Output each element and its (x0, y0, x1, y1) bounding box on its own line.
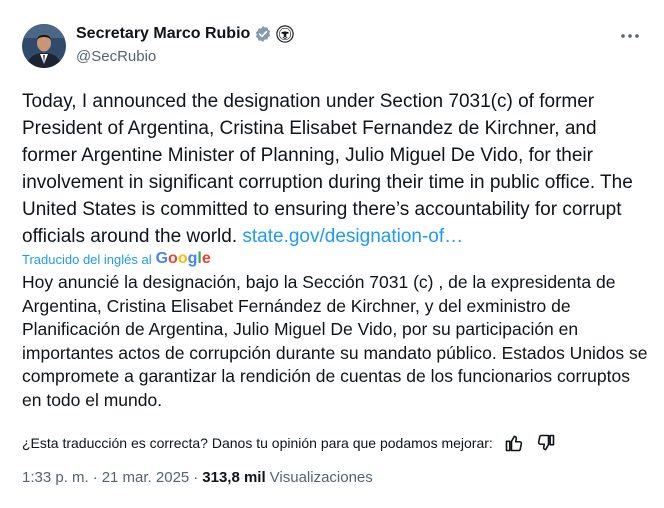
state-department-seal-icon (276, 25, 294, 43)
views-count: 313,8 mil (202, 469, 266, 486)
tweet-meta: 1:33 p. m. · 21 mar. 2025 · 313,8 mil Vi… (22, 469, 373, 486)
translated-by-google[interactable]: Traducido del inglés al Google (22, 250, 211, 268)
views-label: Visualizaciones (269, 469, 373, 486)
feedback-question: ¿Esta traducción es correcta? Danos tu o… (22, 435, 493, 451)
avatar-portrait-icon (22, 24, 66, 68)
google-logo: Google (155, 250, 211, 267)
tweet-card: Secretary Marco Rubio @SecRubio Today, I… (0, 0, 664, 508)
tweet-text: Today, I announced the designation under… (22, 88, 652, 250)
author-name-row: Secretary Marco Rubio (76, 25, 294, 43)
thumbs-up-button[interactable] (503, 432, 525, 454)
tweet-link[interactable]: state.gov/designation-of… (242, 226, 463, 247)
author-handle[interactable]: @SecRubio (76, 48, 156, 65)
tweet-date[interactable]: 21 mar. 2025 (102, 469, 190, 486)
tweet-time[interactable]: 1:33 p. m. (22, 469, 89, 486)
meta-separator: · (193, 469, 199, 486)
avatar[interactable] (22, 24, 66, 68)
thumbs-up-icon (505, 435, 522, 452)
tweet-body: Today, I announced the designation under… (22, 91, 633, 247)
verified-badge-icon (254, 25, 272, 43)
more-horizontal-icon (621, 34, 639, 38)
more-options-button[interactable] (618, 26, 642, 46)
translated-by-label: Traducido del inglés al (22, 251, 152, 267)
translated-text: Hoy anuncié la designación, bajo la Secc… (22, 272, 648, 410)
thumbs-down-icon (537, 434, 555, 451)
translation-feedback: ¿Esta traducción es correcta? Danos tu o… (22, 432, 557, 454)
meta-separator: · (92, 469, 98, 486)
author-display-name[interactable]: Secretary Marco Rubio (76, 25, 250, 43)
thumbs-down-button[interactable] (535, 432, 557, 454)
